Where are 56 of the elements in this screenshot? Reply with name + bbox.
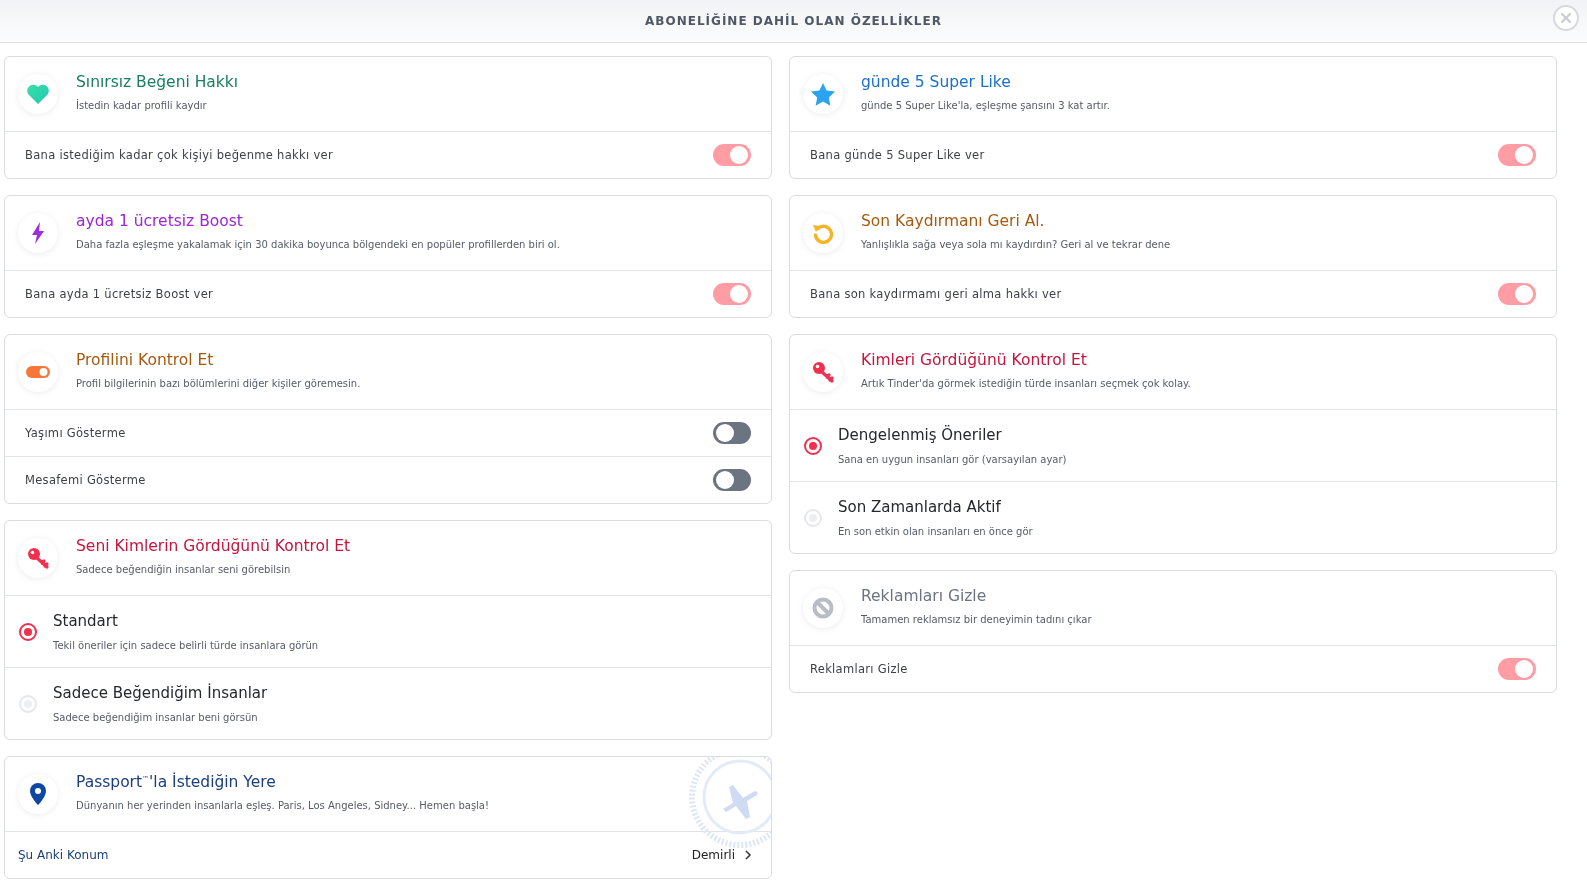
key-icon [26,546,50,570]
toggle-switch[interactable] [713,144,751,166]
toggle-switch[interactable] [1498,144,1536,166]
card-description: Daha fazla eşleşme yakalamak için 30 dakika boyunca bölgendeki en popüler profillerden biri ol. [76,239,560,250]
close-button[interactable] [1553,5,1579,31]
card-title: Profilini Kontrol Et [76,351,215,369]
location-value[interactable]: Demirli [691,848,735,862]
card-description: Dünyanın her yerinden insanlarla eşleş. Paris, Los Angeles, Sidney... Hemen başla! [76,800,489,811]
option-title: Dengelenmiş Öneriler [838,426,1003,444]
toggle-icon [26,365,50,379]
dialog-title: ABONELİĞİNE DAHİL OLAN ÖZELLİKLER [645,14,942,28]
setting-label: Mesafemi Gösterme [25,473,146,487]
prohibited-icon [812,597,834,619]
card-description: Artık Tinder'da görmek istediğin türde insanları seçmek çok kolay. [861,378,1191,389]
option-description: Sadece beğendiğim insanlar beni görsün [53,712,259,723]
star-icon [811,82,835,106]
setting-label: Bana ayda 1 ücretsiz Boost ver [25,287,214,301]
setting-label: Bana istediğim kadar çok kişiyi beğenme hakkı ver [25,148,333,162]
card-description: Yanlışlıkla sağa veya sola mı kaydırdın? Geri al ve tekrar dene [861,239,1171,250]
location-label: Şu Anki Konum [18,848,110,862]
card-description: günde 5 Super Like'la, eşleşme şansını 3 kat artır. [861,100,1110,111]
setting-label: Bana son kaydırmamı geri alma hakkı ver [810,287,1062,301]
card-description: Tamamen reklamsız bir deneyimin tadını çıkar [861,614,1092,625]
key-icon [811,360,835,384]
setting-label: Bana günde 5 Super Like ver [810,148,985,162]
toggle-switch[interactable] [713,422,751,444]
location-pin-icon [30,783,46,805]
card-title: ayda 1 ücretsiz Boost [76,212,244,230]
option-description: En son etkin olan insanları en önce gör [838,526,1033,537]
card-title: Son Kaydırmanı Geri Al. [861,212,1046,230]
card-description: Profil bilgilerinin bazı bölümlerini diğer kişiler göremesin. [76,378,361,389]
card-title: Passport$^{™}$'la İstediğin Yere [76,773,277,791]
option-title: Son Zamanlarda Aktif [838,498,1002,516]
toggle-switch[interactable] [1498,658,1536,680]
toggle-switch[interactable] [713,469,751,491]
option-title: Standart [53,612,119,630]
card-title: günde 5 Super Like [861,73,1012,91]
toggle-switch[interactable] [1498,283,1536,305]
card-description: İstedin kadar profili kaydır [76,100,208,111]
option-title: Sadece Beğendiğim İnsanlar [53,684,268,702]
heart-icon [26,83,50,105]
toggle-switch[interactable] [713,283,751,305]
setting-label: Reklamları Gizle [810,662,908,676]
card-title: Sınırsız Beğeni Hakkı [76,73,239,91]
undo-icon [812,222,834,244]
card-title: Kimleri Gördüğünü Kontrol Et [861,351,1088,369]
lightning-icon [31,222,45,244]
option-description: Tekil öneriler için sadece belirli türde insanlara görün [53,640,319,651]
radio-button[interactable] [804,436,822,455]
option-description: Sana en uygun insanları gör (varsayılan ayar) [838,454,1067,465]
chevron-right-icon [745,850,751,860]
card-title: Reklamları Gizle [861,587,988,605]
radio-button[interactable] [19,622,37,641]
card-description: Sadece beğendiğin insanlar seni görebilsin [76,564,292,575]
card-title: Seni Kimlerin Gördüğünü Kontrol Et [76,537,351,555]
setting-label: Yaşımı Gösterme [25,426,126,440]
